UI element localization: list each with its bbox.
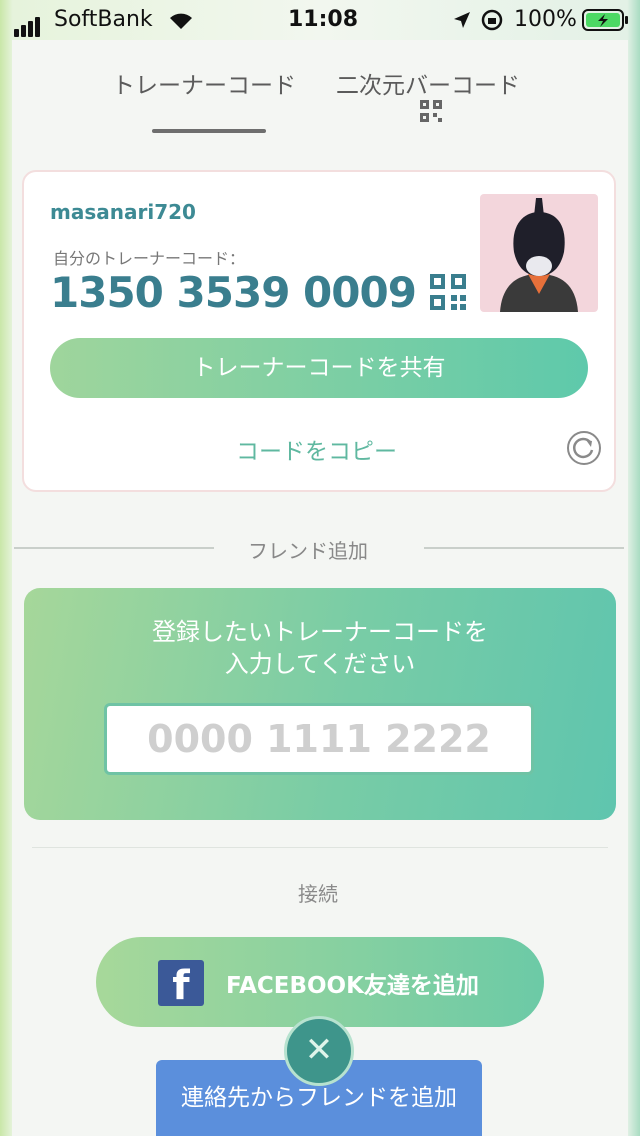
section-divider: [424, 547, 624, 549]
signal-icon: [14, 12, 42, 37]
trainer-code-input[interactable]: 0000 1111 2222: [104, 703, 534, 775]
active-tab-indicator: [152, 129, 266, 133]
location-arrow-icon: [454, 12, 470, 28]
section-divider: [32, 847, 608, 848]
facebook-icon: f: [158, 960, 204, 1006]
share-trainer-code-button[interactable]: トレーナーコードを共有: [50, 338, 588, 398]
facebook-button-label: FACEBOOK友達を追加: [226, 973, 479, 999]
qr-code-icon[interactable]: [420, 100, 442, 122]
prompt-line-1: 登録したいトレーナーコードを: [152, 618, 488, 646]
copy-code-link[interactable]: コードをコピー: [236, 432, 397, 466]
qr-code-icon[interactable]: [430, 274, 466, 310]
wifi-icon: [170, 13, 192, 29]
friend-add-heading: フレンド追加: [248, 539, 368, 563]
tab-qr-code[interactable]: 二次元バーコード: [336, 66, 520, 100]
close-icon[interactable]: ✕: [284, 1016, 354, 1086]
refresh-icon[interactable]: [566, 430, 602, 466]
tab-trainer-code[interactable]: トレーナーコード: [112, 66, 296, 100]
battery-percent: 100%: [514, 7, 577, 32]
trainer-avatar: [480, 194, 598, 312]
code-entry-prompt: 登録したいトレーナーコードを 入力してください: [24, 616, 616, 680]
prompt-line-2: 入力してください: [224, 650, 416, 678]
carrier-name: SoftBank: [54, 7, 153, 32]
trainer-username: masanari720: [50, 200, 196, 224]
connect-heading: 接続: [298, 882, 338, 906]
status-bar: SoftBank 11:08 100%: [0, 0, 640, 40]
rotation-lock-icon: [481, 9, 503, 31]
trainer-code-value: 1350 3539 0009: [50, 268, 417, 317]
trainer-code-label: 自分のトレーナーコード：: [53, 249, 246, 268]
clock: 11:08: [288, 7, 359, 32]
battery-charging-icon: [582, 9, 628, 31]
section-divider: [14, 547, 214, 549]
